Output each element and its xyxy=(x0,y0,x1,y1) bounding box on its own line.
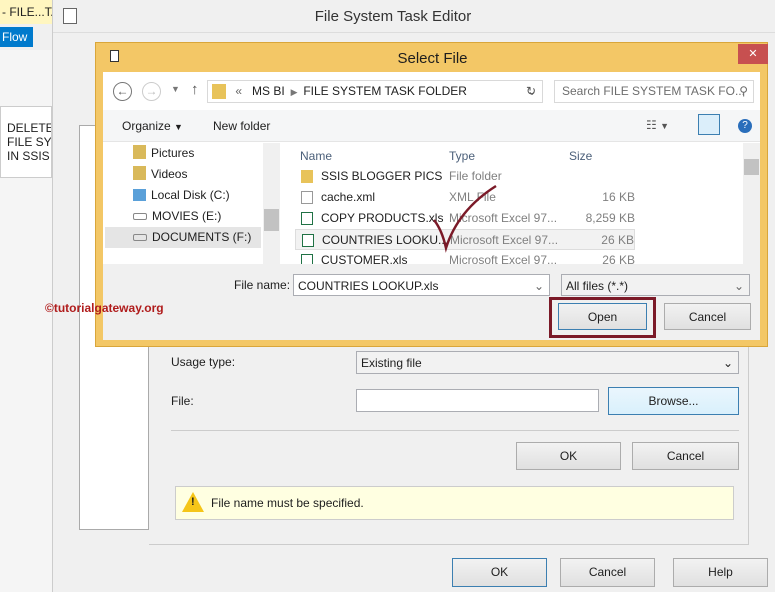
file-name-label: File name: xyxy=(234,278,291,292)
drive-icon xyxy=(133,213,147,220)
footer-cancel-button[interactable]: Cancel xyxy=(560,558,655,587)
file-input[interactable] xyxy=(356,389,599,412)
nav-item-movies[interactable]: MOVIES (E:) xyxy=(133,206,221,227)
file-label: File: xyxy=(171,394,194,408)
excel-icon xyxy=(301,212,313,225)
background-tab[interactable]: - FILE...TA xyxy=(0,0,52,24)
folder-icon xyxy=(301,170,313,183)
forward-button[interactable]: → xyxy=(142,82,161,101)
breadcrumb-overflow[interactable]: « xyxy=(235,84,242,98)
chevron-down-icon[interactable]: ⌄ xyxy=(534,278,544,294)
usage-type-select[interactable]: Existing file ⌄ xyxy=(356,351,739,374)
back-button[interactable]: ← xyxy=(113,82,132,101)
videos-icon xyxy=(133,166,146,180)
nav-scrollbar[interactable] xyxy=(263,143,280,264)
folder-icon xyxy=(212,84,226,99)
footer-ok-button[interactable]: OK xyxy=(452,558,547,587)
task-box: DELETE FILE SY IN SSIS xyxy=(0,106,52,178)
address-bar[interactable]: « MS BI ▶ FILE SYSTEM TASK FOLDER ⌄ xyxy=(207,80,543,103)
file-name: COPY PRODUCTS.xls xyxy=(321,211,444,225)
browse-button[interactable]: Browse... xyxy=(608,387,739,415)
task-text: FILE SY xyxy=(7,135,52,149)
organize-button[interactable]: Organize ▼ xyxy=(122,119,183,133)
chevron-down-icon: ⌄ xyxy=(733,279,744,293)
breadcrumb-ms-bi[interactable]: MS BI xyxy=(252,84,285,98)
search-input[interactable]: Search FILE SYSTEM TASK FO... ⚲ xyxy=(554,80,754,103)
file-size: 8,259 KB xyxy=(585,211,635,225)
column-type[interactable]: Type xyxy=(449,149,475,163)
watermark: ©tutorialgateway.org xyxy=(45,301,164,315)
file-size: 16 KB xyxy=(602,190,635,204)
ok-button[interactable]: OK xyxy=(516,442,621,470)
cancel-button[interactable]: Cancel xyxy=(632,442,739,470)
editor-title: File System Task Editor xyxy=(314,8,472,25)
file-scrollbar[interactable] xyxy=(743,143,760,264)
flow-tab[interactable]: Flow xyxy=(0,27,33,47)
nav-item-documents[interactable]: DOCUMENTS (F:) xyxy=(105,227,261,248)
recent-dropdown-icon[interactable]: ▼ xyxy=(171,84,180,94)
usage-type-label: Usage type: xyxy=(171,355,236,369)
file-name-input[interactable]: COUNTRIES LOOKUP.xls ⌄ xyxy=(293,274,550,296)
search-placeholder: Search FILE SYSTEM TASK FO... xyxy=(562,84,745,98)
excel-icon xyxy=(302,234,314,247)
preview-pane-button[interactable] xyxy=(698,114,720,135)
file-icon xyxy=(301,191,313,204)
up-button[interactable]: ↑ xyxy=(191,81,199,98)
file-name: cache.xml xyxy=(321,190,376,204)
nav-item-local-disk[interactable]: Local Disk (C:) xyxy=(133,185,230,206)
file-type-select[interactable]: All files (*.*) ⌄ xyxy=(561,274,750,296)
usage-type-value: Existing file xyxy=(361,356,422,370)
new-folder-button[interactable]: New folder xyxy=(213,119,270,133)
file-size: 26 KB xyxy=(601,233,634,247)
footer-help-button[interactable]: Help xyxy=(673,558,768,587)
breadcrumb-folder[interactable]: FILE SYSTEM TASK FOLDER xyxy=(303,84,467,98)
pictures-icon xyxy=(133,145,146,159)
chevron-down-icon: ⌄ xyxy=(722,356,733,370)
task-text: IN SSIS xyxy=(7,149,50,163)
open-button[interactable]: Open xyxy=(558,303,647,330)
column-name[interactable]: Name xyxy=(300,149,332,163)
dialog-cancel-button[interactable]: Cancel xyxy=(664,303,751,330)
local-disk-icon xyxy=(133,189,146,201)
view-options-icon[interactable]: ☷ ▼ xyxy=(646,118,669,132)
help-icon[interactable]: ? xyxy=(738,119,752,133)
nav-item-videos[interactable]: Videos xyxy=(133,164,187,185)
warning-text: File name must be specified. xyxy=(211,496,364,510)
task-text: DELETE xyxy=(7,121,52,135)
drive-icon xyxy=(133,234,147,241)
close-button[interactable]: ✕ xyxy=(738,44,768,64)
checkmark-annotation xyxy=(433,184,497,253)
warning-bar: ! File name must be specified. xyxy=(175,486,734,520)
nav-item-pictures[interactable]: Pictures xyxy=(133,143,194,164)
file-name: SSIS BLOGGER PICS xyxy=(321,169,443,183)
dialog-title: Select File xyxy=(397,50,468,67)
search-icon: ⚲ xyxy=(739,84,748,98)
refresh-button[interactable]: ↻ xyxy=(520,81,542,102)
column-size[interactable]: Size xyxy=(569,149,592,163)
